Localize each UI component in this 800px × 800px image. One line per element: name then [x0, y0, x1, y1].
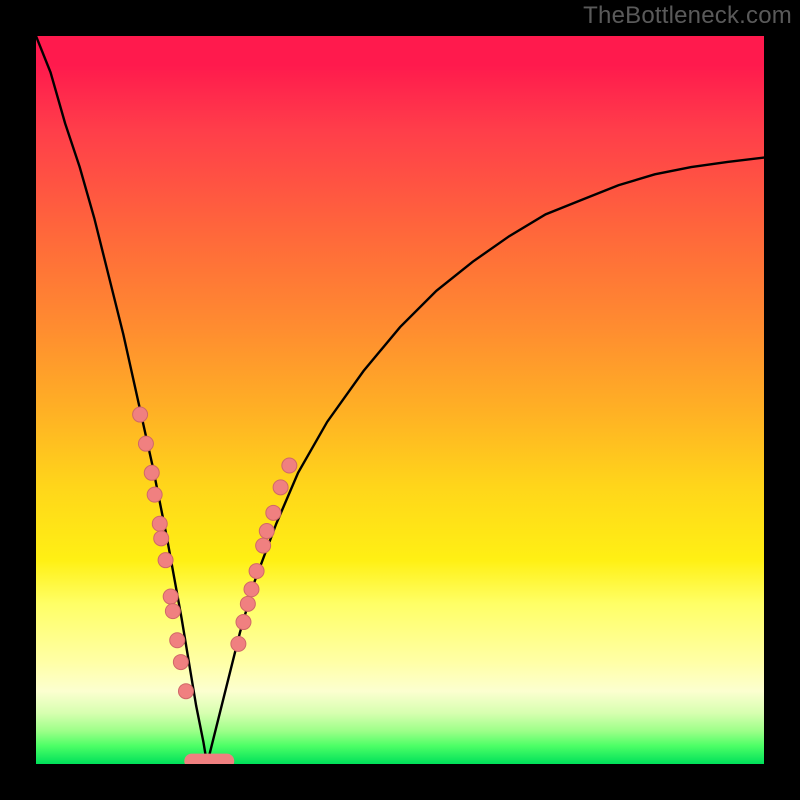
chart-frame: TheBottleneck.com: [0, 0, 800, 800]
bottleneck-curve: [36, 36, 764, 764]
data-dot: [282, 458, 297, 473]
data-dot: [173, 655, 188, 670]
data-dot: [165, 604, 180, 619]
data-dot: [170, 633, 185, 648]
data-dot: [240, 596, 255, 611]
data-dot: [236, 615, 251, 630]
data-dot: [273, 480, 288, 495]
data-dot: [256, 538, 271, 553]
data-dot: [144, 465, 159, 480]
data-dot: [152, 516, 167, 531]
plot-area: [36, 36, 764, 764]
data-dot: [231, 636, 246, 651]
data-dot: [259, 524, 274, 539]
watermark-text: TheBottleneck.com: [583, 2, 792, 30]
data-dot: [244, 582, 259, 597]
data-dot: [133, 407, 148, 422]
chart-svg: [36, 36, 764, 764]
data-dot: [138, 436, 153, 451]
data-dot: [266, 505, 281, 520]
data-dot: [154, 531, 169, 546]
data-dot: [163, 589, 178, 604]
data-dot: [178, 684, 193, 699]
dots-left-group: [133, 407, 194, 699]
data-dot: [158, 553, 173, 568]
data-dot: [249, 564, 264, 579]
data-dot: [147, 487, 162, 502]
